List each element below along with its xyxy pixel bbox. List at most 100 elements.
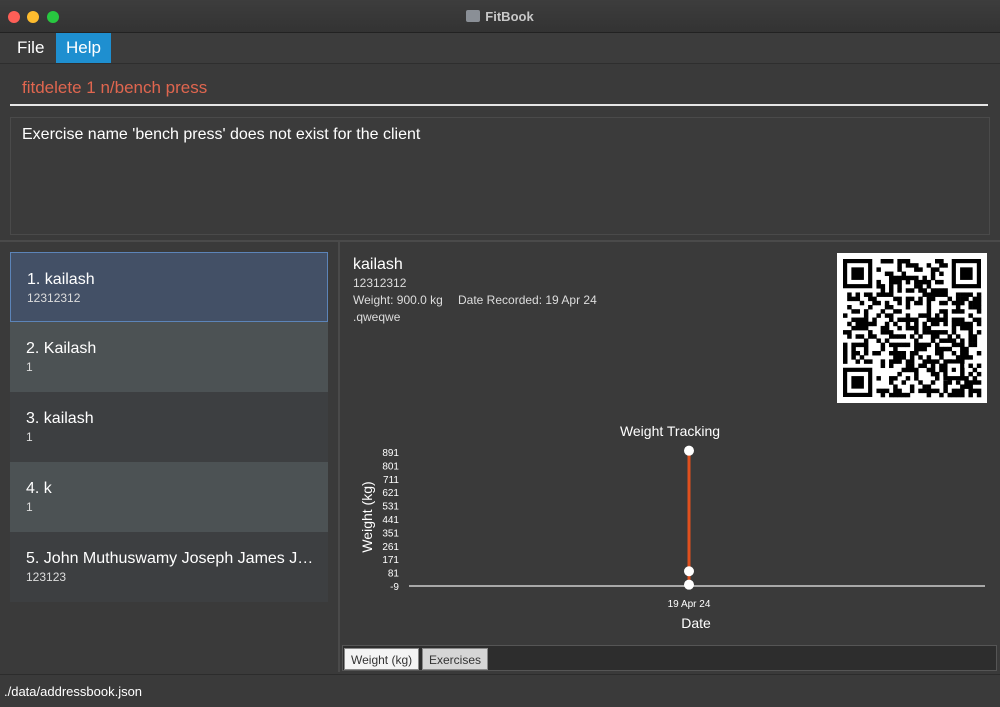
qr-module	[876, 284, 881, 289]
menu-file[interactable]: File	[7, 33, 54, 63]
qr-module	[964, 296, 969, 302]
qr-module	[876, 351, 881, 356]
client-card[interactable]: 1. kailash 12312312	[10, 252, 328, 322]
qr-module	[889, 363, 894, 369]
qr-module	[943, 263, 948, 268]
qr-module	[960, 384, 965, 389]
chart-y-tick-label: 711	[383, 475, 399, 486]
tab-weight[interactable]: Weight (kg)	[344, 648, 420, 670]
qr-module	[922, 342, 927, 348]
qr-module	[876, 267, 881, 272]
qr-module	[884, 321, 890, 327]
command-box[interactable]: fitdelete 1 n/bench press	[10, 64, 988, 106]
client-card[interactable]: 2. Kailash 1	[10, 322, 328, 392]
detail-note: .qweqwe	[353, 310, 401, 324]
qr-module	[893, 309, 898, 314]
qr-module	[901, 380, 907, 385]
qr-module	[880, 259, 886, 264]
tab-exercises[interactable]: Exercises	[422, 648, 489, 670]
qr-module	[884, 292, 890, 297]
chart-y-tick-label: 801	[382, 461, 399, 472]
qr-module	[893, 334, 898, 339]
qr-module	[968, 292, 973, 297]
qr-module	[939, 363, 944, 369]
qr-module	[960, 309, 965, 314]
chart-y-axis-label: Weight (kg)	[359, 481, 375, 552]
qr-module	[843, 355, 848, 360]
qr-module	[914, 376, 919, 381]
qr-module	[855, 359, 861, 364]
qr-module	[880, 392, 886, 398]
qr-module	[930, 267, 936, 272]
client-name: 1. kailash	[27, 271, 95, 288]
qr-module	[918, 355, 923, 360]
qr-module	[889, 376, 894, 381]
qr-module	[889, 342, 894, 348]
qr-module	[893, 376, 898, 381]
qr-module	[897, 325, 902, 331]
qr-module	[889, 359, 894, 364]
qr-module	[855, 325, 861, 331]
qr-code-image	[837, 253, 987, 403]
qr-module	[897, 317, 902, 323]
qr-module	[880, 346, 886, 352]
qr-module	[943, 321, 948, 327]
qr-module	[914, 367, 919, 373]
qr-module	[918, 363, 923, 369]
qr-module	[901, 351, 907, 356]
qr-module	[893, 279, 898, 285]
qr-module	[968, 384, 973, 389]
qr-module	[972, 300, 978, 306]
qr-module	[926, 384, 932, 389]
qr-module	[863, 346, 869, 352]
menu-help[interactable]: Help	[56, 33, 111, 63]
qr-module	[855, 317, 861, 323]
qr-module	[893, 351, 898, 356]
qr-module	[905, 300, 911, 306]
qr-module	[976, 305, 982, 310]
qr-module	[897, 279, 902, 285]
qr-alignment	[951, 367, 956, 372]
qr-module	[855, 342, 861, 348]
tab-bar: Weight (kg) Exercises	[342, 645, 997, 671]
client-card[interactable]: 4. k 1	[10, 462, 328, 532]
qr-module	[847, 296, 852, 302]
qr-module	[905, 259, 911, 264]
qr-module	[960, 317, 965, 323]
client-card[interactable]: 3. kailash 1	[10, 392, 328, 462]
qr-module	[960, 338, 965, 343]
qr-module	[897, 342, 902, 348]
weight-chart: Weight Tracking Date Weight (kg) -9 81 171…	[359, 423, 985, 631]
qr-module	[955, 305, 961, 310]
window-title: FitBook	[0, 9, 1000, 24]
qr-module	[930, 338, 936, 343]
qr-module	[972, 317, 978, 323]
qr-module	[889, 275, 894, 281]
qr-module	[843, 313, 848, 318]
qr-module	[897, 296, 902, 302]
qr-module	[955, 317, 961, 323]
qr-module	[943, 388, 948, 394]
qr-module	[943, 309, 948, 314]
qr-module	[909, 384, 915, 389]
command-input[interactable]: fitdelete 1 n/bench press	[22, 78, 207, 98]
qr-module	[905, 305, 911, 310]
client-phone: 123123	[26, 570, 67, 584]
qr-module	[918, 267, 923, 272]
qr-module	[884, 271, 890, 277]
qr-module	[880, 288, 886, 293]
qr-module	[847, 321, 852, 327]
qr-module	[914, 284, 919, 289]
qr-module	[968, 321, 973, 327]
qr-module	[972, 380, 978, 385]
qr-module	[960, 355, 965, 360]
result-message: Exercise name 'bench press' does not exi…	[22, 126, 421, 143]
client-card[interactable]: 5. John Muthuswamy Joseph James Jerry...…	[10, 532, 328, 602]
qr-module	[918, 342, 923, 348]
qr-module	[922, 359, 927, 364]
qr-module	[955, 388, 961, 394]
qr-module	[947, 334, 953, 339]
qr-module	[901, 355, 907, 360]
qr-module	[909, 359, 915, 364]
qr-module	[880, 325, 886, 331]
